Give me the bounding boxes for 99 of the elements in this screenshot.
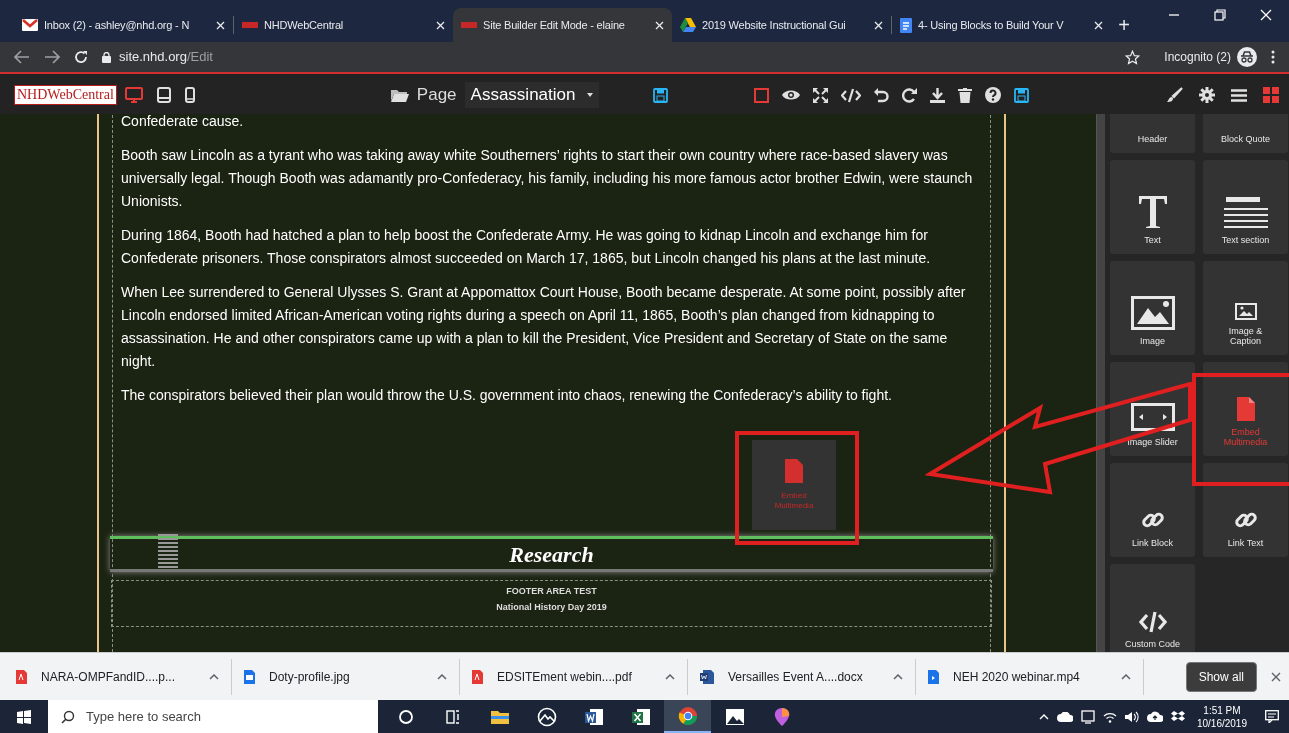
triangle-logo-icon <box>680 18 696 32</box>
block-tile[interactable]: Text section <box>1203 160 1288 254</box>
box-sync-icon[interactable] <box>1170 710 1185 723</box>
block-tile[interactable]: Image <box>1110 261 1195 355</box>
browser-tab[interactable]: 2019 Website Instructional Gui <box>672 8 891 42</box>
block-tile[interactable]: Header <box>1110 114 1195 153</box>
page-label: Page <box>416 84 457 107</box>
settings-icon[interactable] <box>1199 87 1215 103</box>
letter-t-icon <box>1137 195 1168 229</box>
scrollbar[interactable] <box>1096 114 1105 652</box>
folder-icon[interactable] <box>390 88 409 102</box>
profile-label: Incognito (2) <box>1164 49 1231 66</box>
browser-tab[interactable]: NHDWebCentral <box>234 8 453 42</box>
menu-icon[interactable] <box>1231 88 1247 102</box>
trash-icon[interactable] <box>958 87 973 103</box>
download-item[interactable]: NARA-OMPFandID....p... <box>16 658 232 695</box>
picture-icon <box>1130 296 1175 330</box>
block-tile[interactable]: Link Text <box>1203 463 1288 557</box>
block-tile[interactable]: Link Block <box>1110 463 1195 557</box>
clock-date[interactable]: 10/16/2019 <box>1196 716 1247 730</box>
pdf-file-icon <box>472 669 483 684</box>
page-select[interactable]: Assassination <box>464 82 600 108</box>
site-favicon-icon <box>461 22 477 28</box>
paragraph: The conspirators believed their plan would throw the U.S. government into chaos, renewing the Confederacy’s ability to fight. <box>121 386 893 405</box>
search-icon <box>61 710 75 724</box>
text-lines-icon <box>1223 197 1268 229</box>
save-icon[interactable] <box>1014 87 1030 103</box>
site-logo[interactable]: NHDWebCentral <box>14 85 117 105</box>
more-options-icon[interactable] <box>1271 50 1275 64</box>
caret-icon <box>587 93 594 97</box>
eye-icon[interactable] <box>782 89 801 101</box>
word-app-icon[interactable] <box>583 706 604 727</box>
browser-app-icon[interactable] <box>677 705 698 726</box>
redo-icon[interactable] <box>902 87 918 103</box>
forward-arrow-icon[interactable] <box>44 50 60 64</box>
slider-frame-icon <box>1130 403 1175 431</box>
cloud-upload-icon[interactable] <box>1146 711 1163 722</box>
clock-time[interactable]: 1:51 PM <box>1203 703 1241 717</box>
reload-icon[interactable] <box>74 50 88 64</box>
new-tab-button[interactable]: + <box>1111 8 1137 42</box>
phone-icon[interactable] <box>184 87 195 103</box>
picture-icon <box>1234 303 1257 320</box>
browser-tab[interactable]: 4- Using Blocks to Build Your V <box>892 8 1111 42</box>
mountain-app-icon[interactable] <box>536 706 557 727</box>
code-icon <box>1138 611 1167 633</box>
help-icon[interactable] <box>985 87 1002 103</box>
block-tile[interactable]: Custom Code <box>1110 564 1195 652</box>
browser-tab[interactable]: Site Builder Edit Mode - elaine <box>453 8 672 42</box>
footer-text: FOOTER AREA TEST <box>506 585 597 598</box>
photo-app-icon[interactable] <box>724 706 745 727</box>
block-tile[interactable]: Text <box>1110 160 1195 254</box>
download-item[interactable]: EDSITEment webin....pdf <box>472 658 688 695</box>
download-icon[interactable] <box>930 87 946 103</box>
image-file-icon <box>244 669 255 684</box>
download-item[interactable]: NEH 2020 webinar.mp4 <box>928 658 1144 695</box>
notification-icon[interactable] <box>1265 710 1279 723</box>
back-arrow-icon[interactable] <box>14 50 30 64</box>
paragraph: Booth saw Lincoln as a tyrant who was taking away white Southerners’ rights to start their own country where race-based slavery was universally legal. Though Booth was adamantly pro-Confederacy, his family, including his more famous actor brother Edwin, were staunch Unionists. <box>121 146 974 211</box>
spreadsheet-app-icon[interactable] <box>630 706 651 727</box>
block-tile[interactable]: Image & Caption <box>1203 261 1288 355</box>
pdf-file-icon <box>16 669 27 684</box>
document-icon <box>900 17 912 33</box>
block-tile[interactable]: Block Quote <box>1203 114 1288 153</box>
screen-icon[interactable] <box>1080 709 1095 724</box>
star-icon[interactable] <box>1125 49 1141 65</box>
incognito-icon[interactable] <box>1237 47 1257 67</box>
site-favicon-icon <box>242 22 258 28</box>
lock-icon <box>102 51 111 63</box>
mail-icon <box>22 19 38 31</box>
paragraph: When Lee surrendered to General Ulysses S. Grant at Appomattox Court House, Booth became desperate. At some point, possibly after Lincoln endorsed limited African-American voting rights during a speech on April 11, 1865, Booth’s plan changed from kidnapping to assassination. He and other conspirators came up with a plan to kill the President, Vice President and Secretary of State on the same night. <box>121 283 967 371</box>
close-icon[interactable] <box>1271 671 1281 682</box>
download-item[interactable]: Doty-profile.jpg <box>244 658 460 695</box>
paragraph: Confederate cause. <box>121 114 245 131</box>
video-file-icon <box>928 669 939 684</box>
file-icon <box>785 459 803 483</box>
tablet-icon[interactable] <box>156 87 171 103</box>
file-icon <box>1236 397 1255 421</box>
drag-handle-icon[interactable] <box>158 533 178 569</box>
undo-icon[interactable] <box>874 87 890 103</box>
save-icon[interactable] <box>653 87 669 103</box>
wifi-icon[interactable] <box>1102 710 1117 723</box>
monitor-icon[interactable] <box>124 87 143 103</box>
download-item[interactable]: Versailles Event A....docx <box>700 658 916 695</box>
show-all-button[interactable]: Show all <box>1185 661 1257 692</box>
browser-tab[interactable]: Inbox (2) - ashley@nhd.org - N <box>14 8 233 42</box>
address-field[interactable]: site.nhd.org/Edit <box>119 47 213 67</box>
expand-icon[interactable] <box>813 87 829 103</box>
speaker-icon[interactable] <box>1124 710 1139 723</box>
brush-icon[interactable] <box>1167 87 1183 103</box>
footer-text: National History Day 2019 <box>496 601 607 614</box>
word-file-icon <box>700 669 714 684</box>
windows-logo-icon[interactable] <box>17 709 31 724</box>
cloud-icon[interactable] <box>1056 711 1073 722</box>
grid-icon[interactable] <box>1263 87 1279 103</box>
banner-block[interactable]: Research <box>110 536 993 572</box>
search-field[interactable]: Type here to search <box>48 700 378 733</box>
code-icon[interactable] <box>841 87 862 103</box>
paragraph: During 1864, Booth had hatched a plan to help boost the Confederate Army. He was going to kidnap Lincoln and exchange him for Confederate prisoners. Those conspirators almost succeeded on March 17, 1865, but Lincoln changed his plans at the last minute. <box>121 226 932 268</box>
square-outline-icon[interactable] <box>754 87 770 103</box>
